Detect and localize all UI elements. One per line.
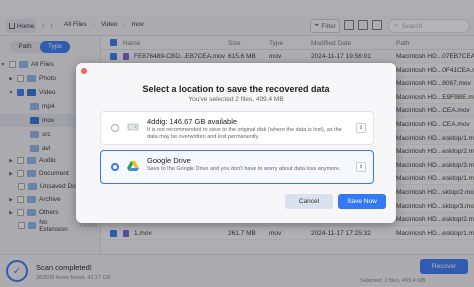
option-title: Google Drive [147, 156, 191, 165]
dialog-subtitle: You've selected 2 files, 499.4 MB [188, 96, 284, 103]
radio-local-disk[interactable] [111, 124, 119, 132]
option-description: It is not recommended to save to the ori… [147, 127, 342, 140]
option-title: 4ddig: 146.67 GB available [147, 117, 238, 126]
chevron-updown-icon[interactable]: ⇕ [356, 123, 366, 133]
disk-icon [127, 123, 139, 131]
google-drive-icon [127, 161, 139, 171]
chevron-updown-icon[interactable]: ⇕ [356, 162, 366, 172]
save-now-button[interactable]: Save Now [338, 194, 386, 209]
close-icon[interactable] [81, 68, 87, 74]
option-description: Save to the Google Drive and you don't h… [147, 166, 341, 172]
save-location-dialog: Select a location to save the recovered … [76, 63, 396, 223]
option-local-disk[interactable]: 4ddig: 146.67 GB available It is not rec… [100, 111, 374, 145]
option-google-drive[interactable]: Google Drive Save to the Google Drive an… [100, 150, 374, 184]
cancel-button[interactable]: Cancel [285, 194, 333, 209]
radio-google-drive[interactable] [111, 163, 119, 171]
dialog-title: Select a location to save the recovered … [142, 84, 330, 94]
